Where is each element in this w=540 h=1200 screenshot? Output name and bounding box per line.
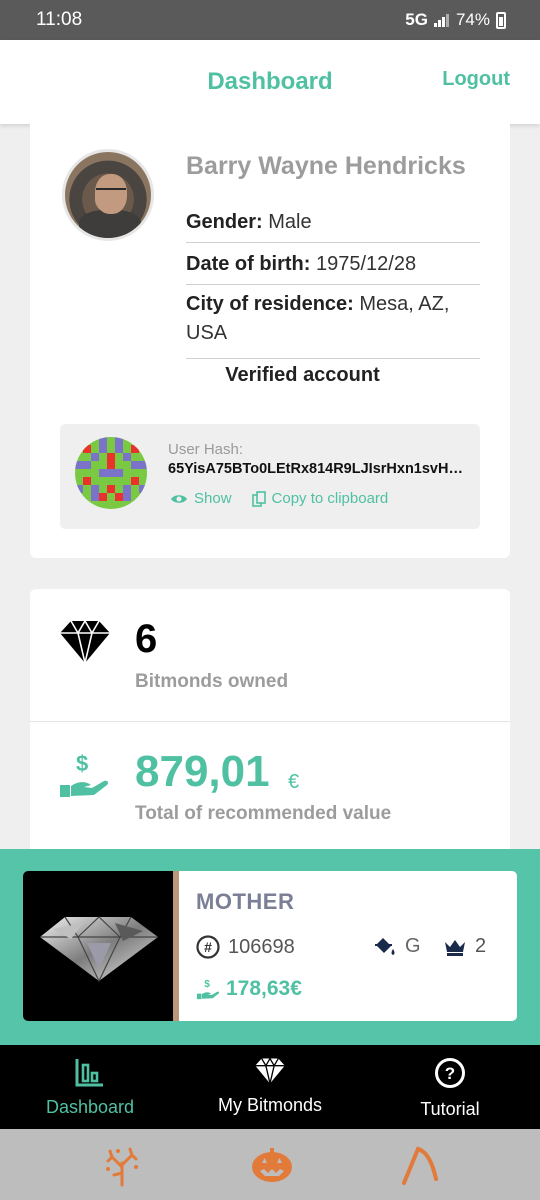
network-label: 5G [405,10,428,29]
total-value: 879,01 [135,747,270,796]
help-circle-icon: ? [435,1058,465,1088]
dob-field: Date of birth: 1975/12/28 [186,250,480,285]
pumpkin-icon[interactable] [249,1145,295,1185]
gender-label: Gender: [186,211,263,233]
diamond-icon [255,1057,285,1084]
money-hand-icon: $ [60,751,108,797]
hash-circle-icon: # [196,935,220,959]
paint-bucket-icon [375,937,395,955]
gender-value: Male [268,211,312,233]
nav-tutorial-label: Tutorial [420,1099,480,1119]
show-hash-button[interactable]: Show [170,490,232,507]
bottom-navigation: Dashboard My Bitmonds ? Tutorial [0,1045,540,1129]
bitmond-id: # 106698 [196,935,295,959]
hash-label: User Hash: [168,441,244,458]
featured-section: MOTHER # 106698 G 2 $ 178,63€ [0,849,540,1045]
bitmonds-count: 6 [135,617,158,661]
hash-value: 65YisA75BTo0LEtRx814R9LJIsrHxn1svH… [168,461,463,477]
gender-field: Gender: Male [186,208,480,243]
tree-icon[interactable] [100,1143,144,1187]
signal-icon [433,13,450,27]
page-title: Dashboard [207,68,333,95]
hash-identicon [75,437,147,509]
copy-hash-label: Copy to clipboard [271,490,389,507]
total-value-currency: € [288,771,300,793]
avatar [62,149,154,241]
bitmond-price-value: 178,63€ [226,977,302,1000]
battery-label: 74% [455,10,490,29]
city-label: City of residence: [186,293,354,315]
svg-text:?: ? [445,1064,455,1083]
show-hash-label: Show [194,490,232,507]
profile-name: Barry Wayne Hendricks [186,152,466,180]
nav-my-bitmonds-label: My Bitmonds [217,1095,323,1115]
copy-hash-button[interactable]: Copy to clipboard [251,490,389,507]
user-hash-box: User Hash: 65YisA75BTo0LEtRx814R9LJIsrHx… [60,424,480,529]
svg-text:$: $ [204,979,210,990]
bitmond-price: $ 178,63€ [196,977,302,1001]
nav-tutorial[interactable]: ? Tutorial [360,1045,540,1129]
bitmond-name: MOTHER [196,889,295,914]
system-navigation-bar [0,1129,540,1200]
bitmond-id-value: 106698 [228,935,295,958]
dob-label: Date of birth: [186,253,311,275]
crown-icon [445,939,465,956]
scythe-icon[interactable] [400,1143,440,1187]
nav-dashboard-label: Dashboard [45,1097,135,1117]
chart-bars-icon [75,1059,103,1087]
copy-icon [251,490,266,507]
city-field: City of residence: Mesa, AZ, USA [186,290,480,359]
stats-card: 6 Bitmonds owned $ 879,01 € Total of rec… [30,589,510,849]
status-bar: 11:08 5G 74% [0,0,540,40]
bitmond-rank: 2 [443,935,486,958]
status-time: 11:08 [36,9,83,30]
nav-dashboard[interactable]: Dashboard [0,1045,180,1129]
bitmonds-count-label: Bitmonds owned [135,671,289,692]
bitmond-rank-value: 2 [475,935,487,957]
hash-actions: Show Copy to clipboard [170,490,388,507]
diamond-icon [60,619,110,664]
bitmond-color-grade: G [405,935,421,957]
featured-bitmond-card[interactable]: MOTHER # 106698 G 2 $ 178,63€ [23,871,517,1021]
bitmond-image [23,871,173,1021]
verified-badge: Verified account [225,364,380,386]
logout-button[interactable]: Logout [442,68,510,91]
svg-text:#: # [204,939,212,955]
bitmond-accent-strip [173,871,179,1021]
battery-icon [496,11,506,29]
profile-card: Barry Wayne Hendricks Gender: Male Date … [30,124,510,558]
money-hand-icon: $ [196,979,220,1000]
stats-divider [30,721,510,722]
svg-text:$: $ [76,751,88,776]
bitmond-color: G [373,935,421,958]
status-right: 5G 74% [405,10,506,30]
app-header: Dashboard Logout [0,40,540,124]
total-value-label: Total of recommended value [135,803,392,824]
dob-value: 1975/12/28 [316,253,417,275]
eye-icon [171,494,187,503]
nav-my-bitmonds[interactable]: My Bitmonds [180,1045,360,1129]
